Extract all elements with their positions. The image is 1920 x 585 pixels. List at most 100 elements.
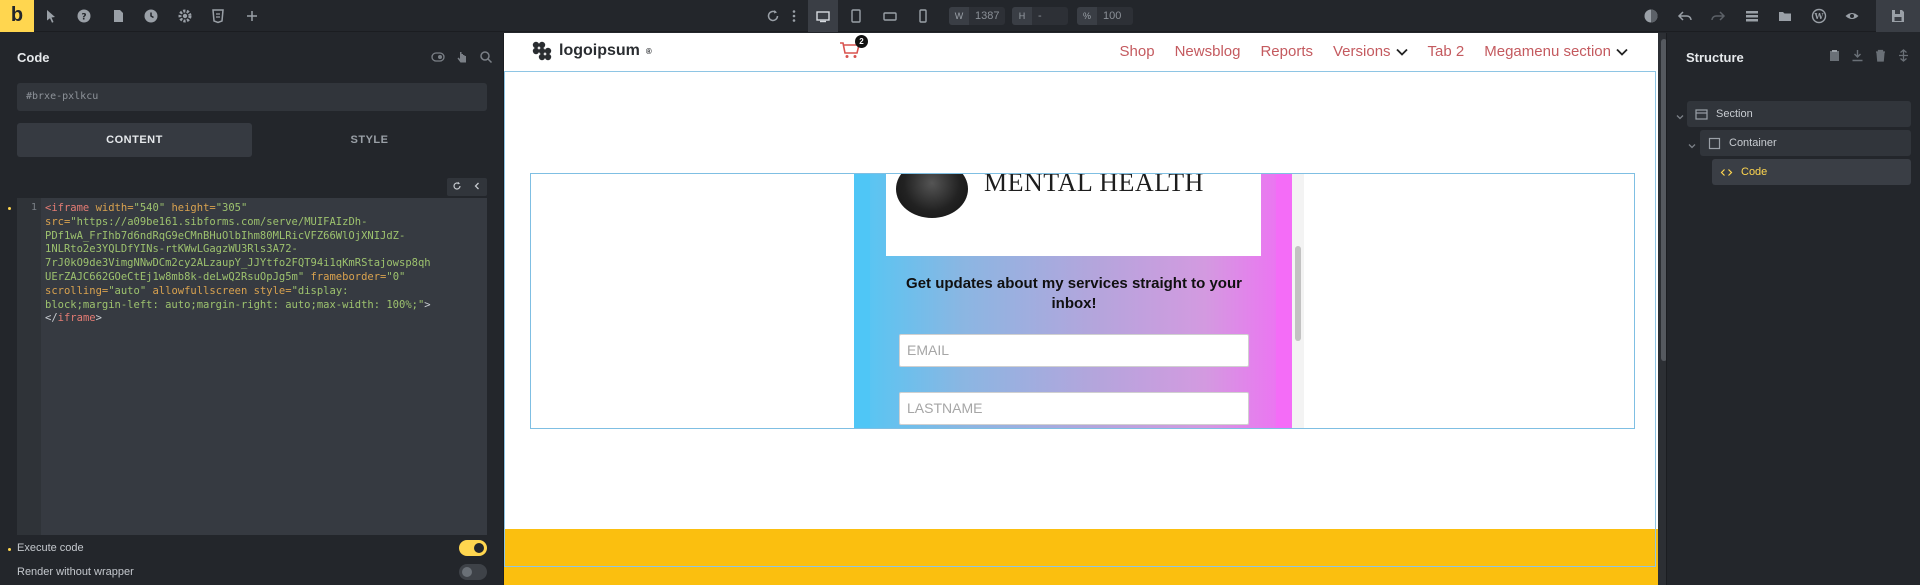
zoom-label: % [1077, 7, 1097, 25]
nav-label: Shop [1119, 43, 1155, 60]
nav-item-tab-2[interactable]: Tab 2 [1428, 43, 1465, 60]
code-text[interactable]: <iframe width="540" height="305" src="ht… [45, 202, 485, 326]
tree-item-label: Container [1729, 137, 1777, 149]
settings-gear-icon[interactable] [177, 8, 193, 24]
folder-icon[interactable] [1777, 8, 1793, 24]
search-icon[interactable] [479, 50, 493, 69]
width-value: 1387 [975, 10, 1000, 22]
top-toolbar: b ? W 1387 H- % 100 W [0, 0, 1920, 32]
tree-expand-chevron-icon[interactable] [1675, 109, 1685, 120]
height-value: - [1038, 10, 1042, 22]
save-button[interactable] [1876, 0, 1920, 32]
code-token: height= [165, 202, 216, 214]
tree-item-section[interactable]: Section [1687, 101, 1911, 127]
nav-item-reports[interactable]: Reports [1260, 43, 1313, 60]
nav-item-megamenu[interactable]: Megamenu section [1484, 43, 1628, 60]
nav-label: Reports [1260, 43, 1313, 60]
panel-tools [431, 50, 493, 69]
svg-text:?: ? [81, 13, 86, 23]
undo-icon[interactable] [1677, 8, 1693, 24]
pages-icon[interactable] [110, 8, 126, 24]
mobile-portrait-icon[interactable] [915, 8, 931, 24]
brand-hair-image [896, 174, 968, 218]
nav-label: Tab 2 [1427, 43, 1465, 60]
reload-icon[interactable] [765, 8, 781, 24]
download-icon[interactable] [1851, 49, 1864, 67]
code-token: "305" [215, 202, 248, 214]
history-icon[interactable] [143, 8, 159, 24]
container-icon [1708, 137, 1721, 150]
tree-expand-chevron-icon[interactable] [1687, 138, 1697, 149]
embedded-form-iframe[interactable]: MENTAL HEALTH Get updates about my servi… [854, 174, 1304, 428]
code-token: allowfullscreen style= [146, 284, 292, 297]
line-modified-marker [8, 207, 11, 210]
render-without-wrapper-toggle[interactable] [459, 564, 487, 580]
site-logo-text: logoipsum [559, 42, 640, 59]
code-token: "540" [133, 202, 166, 214]
nav-label: Versions [1333, 43, 1391, 60]
preview-eye-icon[interactable] [1844, 8, 1860, 24]
nav-label: Newsblog [1174, 43, 1241, 60]
mobile-landscape-icon[interactable] [882, 8, 898, 24]
nav-item-newsblog[interactable]: Newsblog [1175, 43, 1241, 60]
site-logo[interactable]: logoipsum ® [531, 40, 652, 62]
tree-item-code[interactable]: Code [1712, 159, 1911, 185]
redo-icon[interactable] [1710, 8, 1726, 24]
height-field[interactable]: H- [1012, 7, 1068, 25]
expand-collapse-icon[interactable] [1897, 49, 1910, 67]
tree-item-container[interactable]: Container [1700, 130, 1911, 156]
site-header: logoipsum ® 2 Shop Newsblog Reports Versi… [504, 33, 1658, 71]
add-plus-icon[interactable] [244, 8, 260, 24]
section-icon [1695, 108, 1708, 121]
pointer-hand-icon[interactable] [455, 50, 469, 69]
trash-icon[interactable] [1874, 49, 1887, 67]
tab-style[interactable]: STYLE [252, 123, 487, 157]
code-token: "https://a09be161.sibforms.com/serve/MUI… [70, 215, 368, 228]
code-token: UErZAJC662GOeCtEj1w8mb8k-deLwQ2RsuOpJg5m… [45, 270, 305, 283]
panel-tabs: CONTENT STYLE [17, 123, 487, 157]
element-id-field[interactable]: #brxe-pxlkcu [17, 83, 487, 111]
bricks-logo-button[interactable]: b [0, 0, 34, 32]
theme-styles-icon[interactable] [1643, 8, 1659, 24]
form-left-strip [854, 174, 870, 428]
code-token: scrolling= [45, 284, 109, 297]
nav-label: Megamenu section [1484, 43, 1611, 60]
help-icon[interactable]: ? [76, 8, 92, 24]
tablet-portrait-icon[interactable] [848, 8, 864, 24]
code-token: </ [45, 312, 58, 325]
width-field[interactable]: W 1387 [949, 7, 1005, 25]
execute-code-toggle[interactable] [459, 540, 487, 556]
element-settings-panel: Code #brxe-pxlkcu CONTENT STYLE 1 <ifram… [0, 33, 504, 585]
wordpress-icon[interactable]: W [1811, 8, 1827, 24]
structure-layers-icon[interactable] [1744, 8, 1760, 24]
code-editor[interactable]: 1 <iframe width="540" height="305" src="… [17, 198, 487, 535]
height-label: H [1012, 7, 1032, 25]
editor-tools [447, 178, 487, 196]
zoom-field[interactable]: % 100 [1077, 7, 1133, 25]
nav-item-shop[interactable]: Shop [1120, 43, 1155, 60]
form-brand-card: MENTAL HEALTH [886, 174, 1261, 256]
collapse-chevron-icon[interactable] [472, 178, 482, 196]
code-token: <iframe [45, 202, 90, 214]
logo-registered-mark: ® [645, 46, 652, 56]
code-token: "0" [386, 270, 406, 283]
clipboard-icon[interactable] [1828, 49, 1841, 67]
panel-title: Code [17, 50, 50, 65]
builder-canvas: logoipsum ® 2 Shop Newsblog Reports Versi… [504, 33, 1670, 585]
more-options-icon[interactable] [786, 8, 802, 24]
zoom-value: 100 [1103, 10, 1122, 22]
cursor-icon[interactable] [43, 8, 59, 24]
line-number: 1 [17, 198, 41, 535]
tab-content[interactable]: CONTENT [17, 123, 252, 157]
nav-item-versions[interactable]: Versions [1333, 43, 1408, 60]
toggle-view-icon[interactable] [431, 50, 445, 69]
email-field[interactable]: EMAIL [899, 334, 1249, 367]
lastname-field[interactable]: LASTNAME [899, 392, 1249, 425]
iframe-scrollbar-thumb[interactable] [1295, 246, 1301, 341]
html5-icon[interactable] [210, 8, 226, 24]
brand-text: MENTAL HEALTH [984, 174, 1204, 197]
code-token: > [95, 312, 102, 325]
refresh-icon[interactable] [452, 178, 462, 196]
option-modified-marker [8, 548, 11, 551]
desktop-icon[interactable] [815, 8, 831, 24]
